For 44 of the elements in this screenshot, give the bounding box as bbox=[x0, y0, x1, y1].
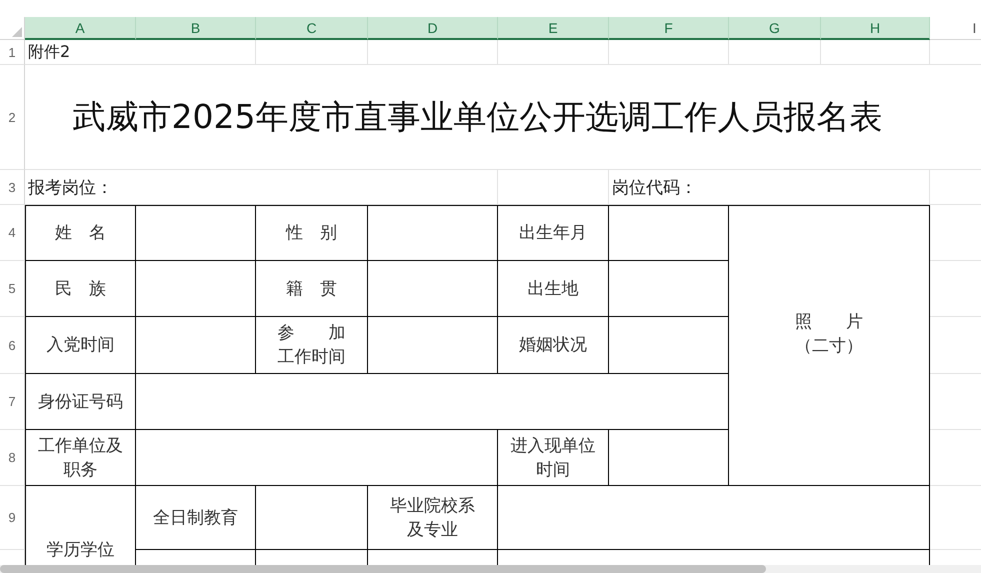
field-label: 身份证号码 bbox=[38, 390, 123, 414]
row-header[interactable]: 9 bbox=[0, 486, 25, 550]
field-label: 及专业 bbox=[407, 518, 458, 542]
field-label: 职务 bbox=[64, 458, 98, 482]
select-all-icon[interactable] bbox=[12, 27, 22, 37]
field-label: （二寸） bbox=[795, 335, 863, 358]
column-header[interactable]: E bbox=[498, 17, 609, 40]
row-header[interactable]: 1 bbox=[0, 40, 25, 65]
column-header[interactable]: B bbox=[136, 17, 256, 40]
field-label: 姓 名 bbox=[55, 222, 106, 245]
row-header[interactable]: 5 bbox=[0, 261, 25, 317]
row-header[interactable]: 8 bbox=[0, 430, 25, 486]
row-header[interactable]: 2 bbox=[0, 65, 25, 170]
column-header[interactable]: A bbox=[25, 17, 136, 40]
field-label: 出生地 bbox=[528, 278, 578, 300]
field-label: 民 族 bbox=[55, 278, 106, 300]
field-label: 全日制教育 bbox=[153, 506, 238, 530]
field-label: 工作时间 bbox=[278, 346, 346, 369]
field-label: 时间 bbox=[536, 458, 570, 482]
field-label: 婚姻状况 bbox=[519, 334, 587, 357]
row-header[interactable]: 6 bbox=[0, 317, 25, 374]
column-header[interactable]: D bbox=[368, 17, 498, 40]
row-header[interactable]: 3 bbox=[0, 170, 25, 205]
field-label: 性 别 bbox=[286, 222, 337, 245]
field-label: 工作单位及 bbox=[38, 434, 123, 458]
field-label: 参 加 bbox=[278, 322, 346, 345]
scrollbar-thumb[interactable] bbox=[0, 565, 766, 573]
field-label: 毕业院校系 bbox=[390, 494, 475, 518]
position-code-label: 岗位代码： bbox=[612, 176, 697, 198]
field-label: 照 片 bbox=[795, 311, 863, 334]
position-label: 报考岗位： bbox=[28, 176, 113, 198]
column-header[interactable]: C bbox=[256, 17, 368, 40]
field-label: 进入现单位 bbox=[510, 434, 596, 458]
column-header[interactable]: F bbox=[609, 17, 729, 40]
field-label: 入党时间 bbox=[46, 334, 114, 357]
form-title: 武威市2025年度市直事业单位公开选调工作人员报名表 bbox=[72, 96, 882, 138]
field-label: 学历学位 bbox=[46, 538, 114, 562]
field-label: 出生年月 bbox=[519, 222, 587, 245]
column-header[interactable]: H bbox=[821, 17, 930, 40]
row-header[interactable]: 4 bbox=[0, 205, 25, 261]
column-header[interactable]: G bbox=[729, 17, 821, 40]
horizontal-scrollbar[interactable] bbox=[0, 565, 981, 573]
field-label: 籍 贯 bbox=[286, 278, 337, 300]
row-header[interactable]: 7 bbox=[0, 374, 25, 430]
